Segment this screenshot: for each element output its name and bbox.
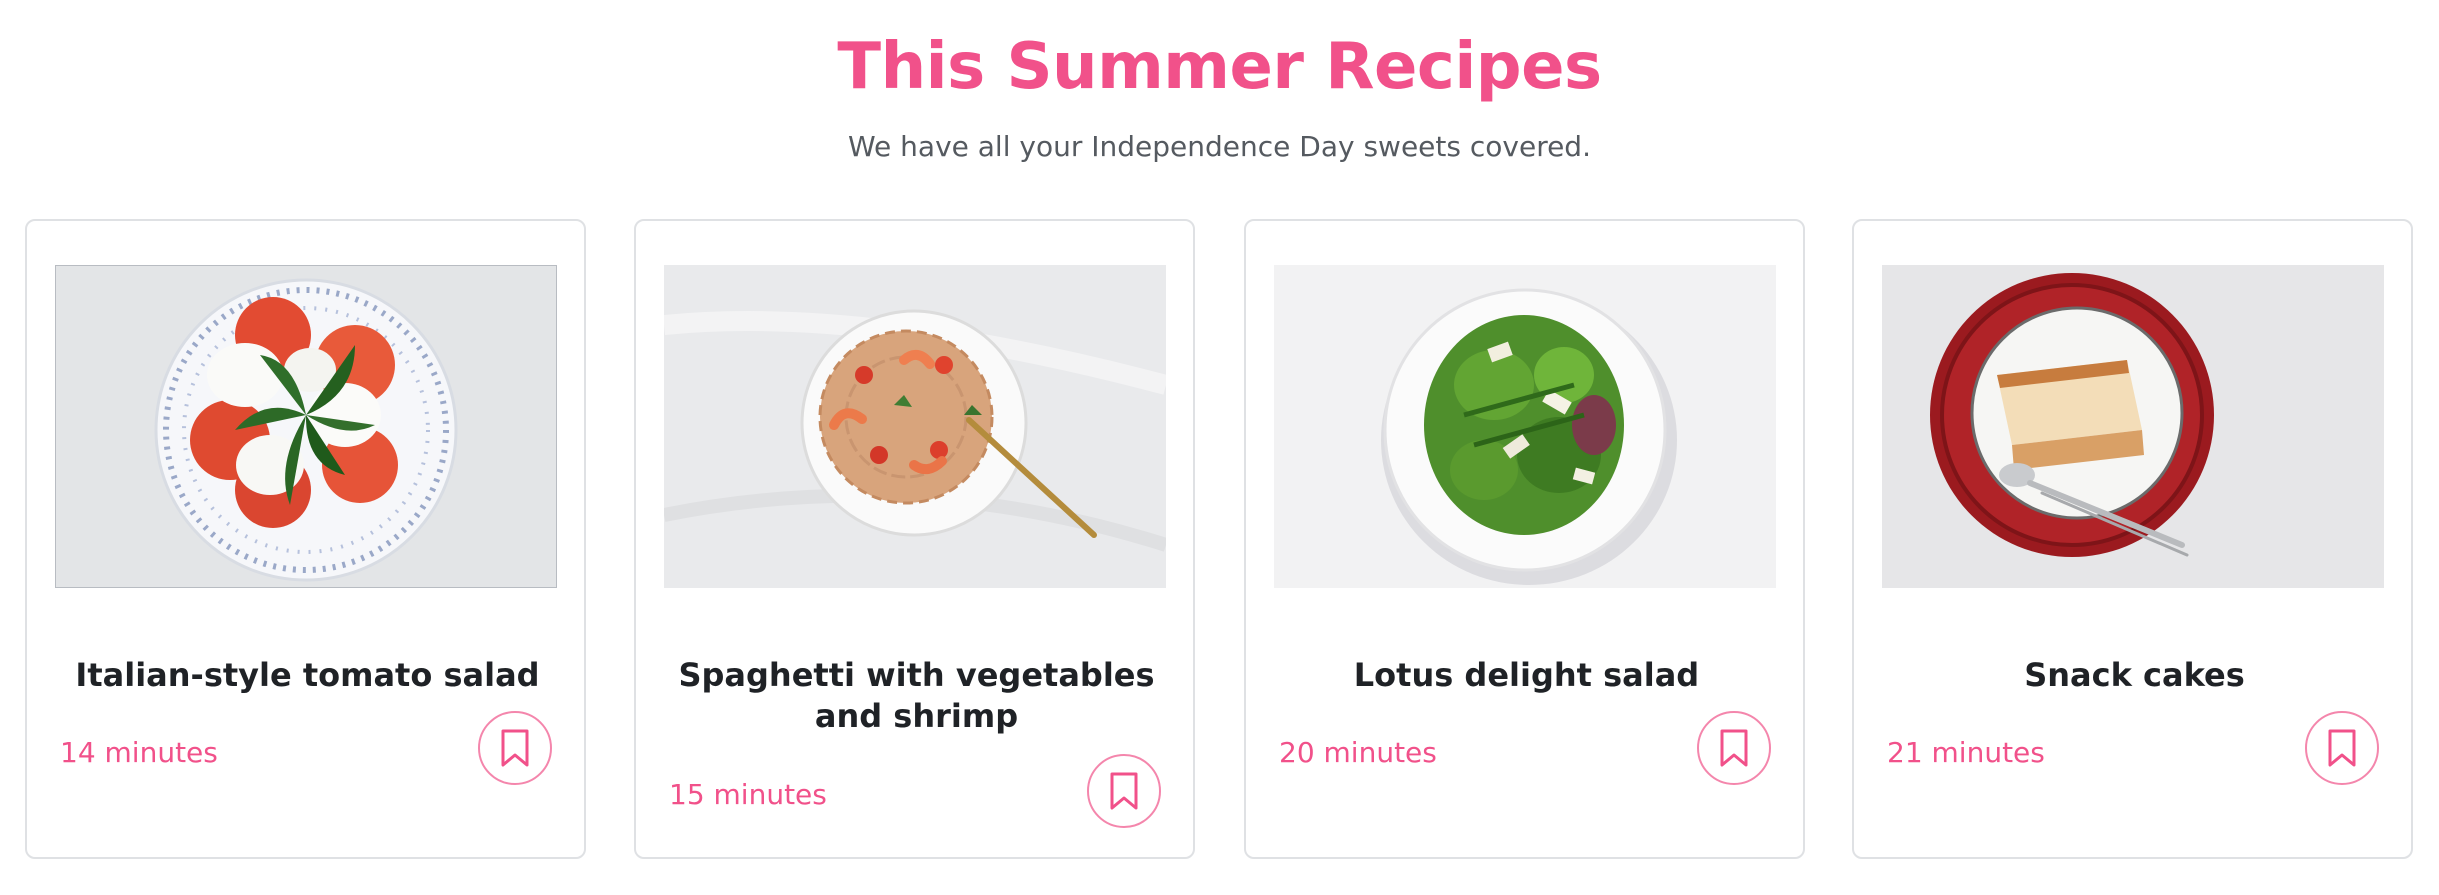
bookmark-icon — [1720, 729, 1748, 767]
bookmark-button[interactable] — [1087, 754, 1161, 828]
recipe-time: 15 minutes — [669, 778, 827, 811]
recipe-title: Italian-style tomato salad — [75, 656, 540, 694]
page-title: This Summer Recipes — [837, 30, 1602, 104]
caprese-plate-photo — [55, 265, 557, 588]
bookmark-icon — [501, 729, 529, 767]
green-salad-photo — [1274, 265, 1776, 588]
recipe-card[interactable]: Snack cakes 21 minutes — [1852, 219, 2413, 859]
recipe-time: 14 minutes — [60, 736, 218, 769]
shrimp-spaghetti-photo — [664, 265, 1166, 588]
recipe-time: 20 minutes — [1279, 736, 1437, 769]
recipe-time: 21 minutes — [1887, 736, 2045, 769]
recipe-card[interactable]: Spaghetti with vegetables and shrimp 15 … — [634, 219, 1195, 859]
recipe-card[interactable]: Lotus delight salad 20 minutes — [1244, 219, 1805, 859]
recipe-title: Spaghetti with vegetables and shrimp — [678, 656, 1155, 735]
page-subtitle: We have all your Independence Day sweets… — [848, 130, 1591, 163]
recipe-title: Snack cakes — [2024, 656, 2245, 694]
recipe-card[interactable]: Italian-style tomato salad 14 minutes — [25, 219, 586, 859]
bookmark-button[interactable] — [2305, 711, 2379, 785]
bookmark-icon — [2328, 729, 2356, 767]
recipe-title: Lotus delight salad — [1353, 656, 1700, 694]
bookmark-button[interactable] — [1697, 711, 1771, 785]
bookmark-button[interactable] — [478, 711, 552, 785]
cake-slice-photo — [1882, 265, 2384, 588]
bookmark-icon — [1110, 772, 1138, 810]
